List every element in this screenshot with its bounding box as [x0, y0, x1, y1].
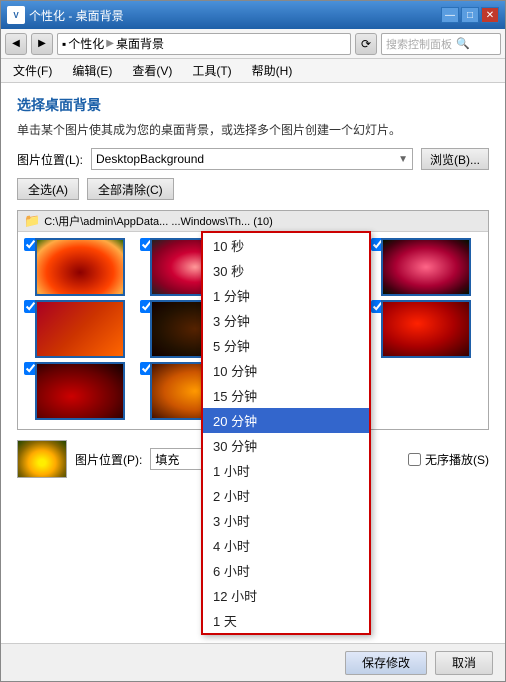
breadcrumb-icon: ▪ — [62, 37, 66, 51]
folder-header: 📁 C:\用户\admin\AppData... ...Windows\Th..… — [18, 211, 488, 232]
browse-button[interactable]: 浏览(B)... — [421, 148, 489, 170]
page-description: 单击某个图片使其成为您的桌面背景，或选择多个图片创建一个幻灯片。 — [17, 121, 489, 138]
select-all-button[interactable]: 全选(A) — [17, 178, 79, 200]
dropdown-item-30sec[interactable]: 30 秒 — [203, 258, 369, 283]
main-window: V 个性化 - 桌面背景 — □ ✕ ◀ ▶ ▪ 个性化 ▶ 桌面背景 ⟳ 搜索… — [0, 0, 506, 682]
breadcrumb-desktop[interactable]: 桌面背景 — [116, 35, 164, 52]
action-row: 全选(A) 全部清除(C) — [17, 178, 489, 200]
list-item[interactable] — [371, 238, 483, 296]
menu-edit[interactable]: 编辑(E) — [68, 60, 116, 81]
image-thumbnail-1[interactable] — [35, 238, 125, 296]
refresh-button[interactable]: ⟳ — [355, 33, 377, 55]
dropdown-item-10min[interactable]: 10 分钟 — [203, 358, 369, 383]
back-button[interactable]: ◀ — [5, 33, 27, 55]
titlebar-buttons: — □ ✕ — [441, 7, 499, 23]
forward-button[interactable]: ▶ — [31, 33, 53, 55]
app-logo: V — [7, 6, 25, 24]
menu-file[interactable]: 文件(F) — [9, 60, 56, 81]
search-bar[interactable]: 搜索控制面板 🔍 — [381, 33, 501, 55]
dropdown-item-1hr[interactable]: 1 小时 — [203, 458, 369, 483]
search-placeholder-text: 搜索控制面板 — [386, 36, 452, 52]
position-label: 图片位置(P): — [75, 451, 142, 468]
interval-dropdown: 10 秒 30 秒 1 分钟 3 分钟 5 分钟 10 分钟 15 分钟 20 … — [201, 231, 371, 635]
menu-tools[interactable]: 工具(T) — [188, 60, 235, 81]
dropdown-item-4hr[interactable]: 4 小时 — [203, 533, 369, 558]
breadcrumb-personalize[interactable]: 个性化 — [68, 35, 104, 52]
breadcrumb-separator: ▶ — [106, 38, 114, 49]
location-dropdown[interactable]: DesktopBackground ▼ — [91, 148, 413, 170]
shuffle-label: 无序播放(S) — [425, 451, 489, 468]
main-content: 选择桌面背景 单击某个图片使其成为您的桌面背景，或选择多个图片创建一个幻灯片。 … — [1, 83, 505, 643]
page-title: 选择桌面背景 — [17, 95, 489, 115]
window-title: 个性化 - 桌面背景 — [29, 7, 441, 24]
titlebar: V 个性化 - 桌面背景 — □ ✕ — [1, 1, 505, 29]
menubar: 文件(F) 编辑(E) 查看(V) 工具(T) 帮助(H) — [1, 59, 505, 83]
dropdown-item-2hr[interactable]: 2 小时 — [203, 483, 369, 508]
folder-icon: 📁 — [24, 213, 40, 229]
image-thumbnail-9[interactable] — [35, 362, 125, 420]
clear-all-button[interactable]: 全部清除(C) — [87, 178, 174, 200]
shuffle-checkbox[interactable] — [408, 453, 421, 466]
dropdown-item-5min[interactable]: 5 分钟 — [203, 333, 369, 358]
dropdown-item-1min[interactable]: 1 分钟 — [203, 283, 369, 308]
dropdown-item-6hr[interactable]: 6 小时 — [203, 558, 369, 583]
position-preview — [17, 440, 67, 478]
list-item[interactable] — [371, 300, 483, 358]
minimize-button[interactable]: — — [441, 7, 459, 23]
dropdown-item-15min[interactable]: 15 分钟 — [203, 383, 369, 408]
maximize-button[interactable]: □ — [461, 7, 479, 23]
folder-path: C:\用户\admin\AppData... ...Windows\Th... … — [44, 213, 273, 229]
save-button[interactable]: 保存修改 — [345, 651, 427, 675]
position-value: 填充 — [155, 451, 179, 468]
dropdown-item-3hr[interactable]: 3 小时 — [203, 508, 369, 533]
dropdown-item-12hr[interactable]: 12 小时 — [203, 583, 369, 608]
addressbar: ◀ ▶ ▪ 个性化 ▶ 桌面背景 ⟳ 搜索控制面板 🔍 — [1, 29, 505, 59]
breadcrumb: ▪ 个性化 ▶ 桌面背景 — [57, 33, 351, 55]
dropdown-item-3min[interactable]: 3 分钟 — [203, 308, 369, 333]
image-thumbnail-4[interactable] — [381, 238, 471, 296]
list-item[interactable] — [24, 238, 136, 296]
dropdown-item-10sec[interactable]: 10 秒 — [203, 233, 369, 258]
menu-view[interactable]: 查看(V) — [128, 60, 176, 81]
footer: 保存修改 取消 — [1, 643, 505, 681]
image-thumbnail-5[interactable] — [35, 300, 125, 358]
location-label: 图片位置(L): — [17, 151, 83, 168]
list-item[interactable] — [24, 300, 136, 358]
menu-help[interactable]: 帮助(H) — [248, 60, 297, 81]
close-button[interactable]: ✕ — [481, 7, 499, 23]
dropdown-arrow-icon: ▼ — [398, 154, 408, 165]
dropdown-item-20min[interactable]: 20 分钟 — [203, 408, 369, 433]
list-item[interactable] — [24, 362, 136, 420]
image-thumbnail-8[interactable] — [381, 300, 471, 358]
location-value: DesktopBackground — [96, 152, 204, 166]
shuffle-section: 无序播放(S) — [408, 451, 489, 468]
dropdown-item-1day[interactable]: 1 天 — [203, 608, 369, 633]
dropdown-item-30min[interactable]: 30 分钟 — [203, 433, 369, 458]
search-icon: 🔍 — [456, 37, 470, 50]
location-row: 图片位置(L): DesktopBackground ▼ 浏览(B)... — [17, 148, 489, 170]
cancel-button[interactable]: 取消 — [435, 651, 493, 675]
